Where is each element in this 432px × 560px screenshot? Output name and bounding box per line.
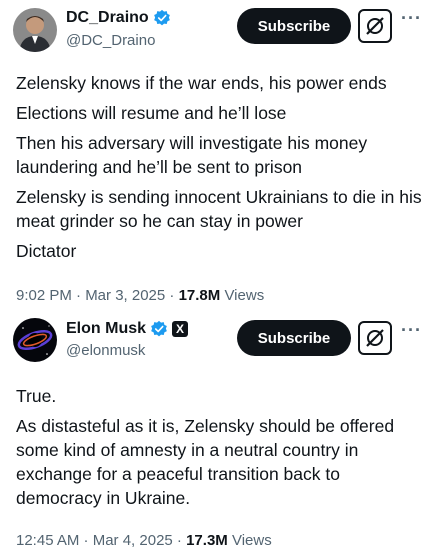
author-handle[interactable]: @elonmusk	[66, 342, 145, 359]
verified-badge-icon	[150, 320, 168, 338]
views-label: Views	[227, 532, 272, 549]
views-count: 17.3M	[186, 532, 228, 549]
post-paragraph: True.	[16, 386, 57, 406]
author-display-name[interactable]: Elon Musk	[66, 320, 146, 338]
post-elon-musk: Elon Musk X @elonmusk Subscribe ··· True…	[0, 0, 432, 560]
post-paragraph: As distasteful as it is, Zelensky should…	[16, 416, 395, 508]
avatar[interactable]	[13, 318, 57, 362]
subscribe-button[interactable]: Subscribe	[237, 320, 351, 356]
grok-icon[interactable]	[358, 321, 392, 355]
post-body: True. As distasteful as it is, Zelensky …	[16, 384, 424, 516]
more-icon[interactable]: ···	[401, 320, 422, 341]
x-affiliate-icon[interactable]: X	[172, 321, 189, 337]
author-name-row: Elon Musk X	[66, 320, 189, 338]
post-metadata: 12:45 AM · Mar 4, 2025 · 17.3M Views	[16, 532, 272, 549]
post-timestamp[interactable]: 12:45 AM · Mar 4, 2025 ·	[16, 532, 186, 549]
